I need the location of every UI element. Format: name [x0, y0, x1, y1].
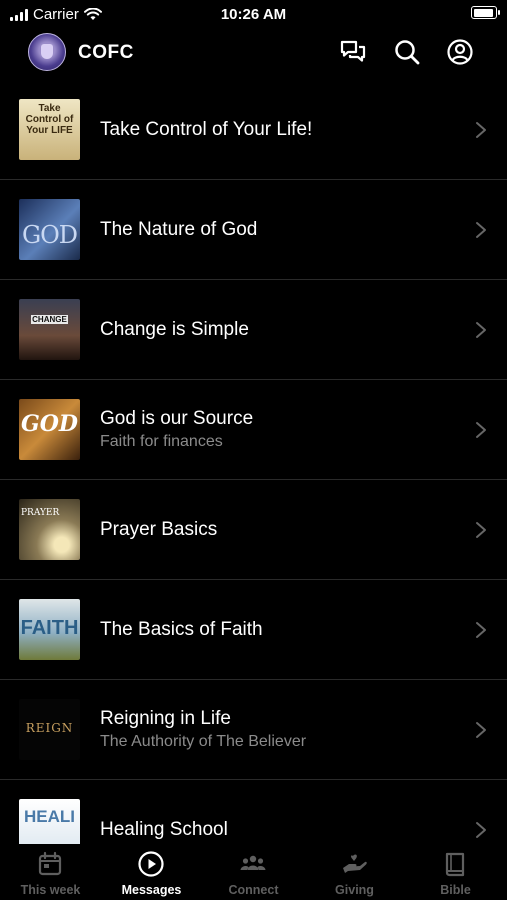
- clock: 10:26 AM: [220, 6, 287, 23]
- message-thumbnail: HEALI: [19, 799, 80, 844]
- profile-icon[interactable]: [445, 37, 475, 67]
- message-subtitle: Faith for finances: [100, 432, 223, 450]
- tab-label: Giving: [335, 883, 374, 897]
- app-header: COFC: [0, 28, 507, 80]
- tab-label: Bible: [440, 883, 471, 897]
- message-title: The Nature of God: [100, 218, 258, 240]
- tab-giving[interactable]: Giving: [304, 844, 405, 900]
- tab-label: Connect: [228, 883, 279, 897]
- message-thumbnail: FAITH: [19, 599, 80, 660]
- message-subtitle: The Authority of The Believer: [100, 732, 307, 750]
- list-item[interactable]: CHANGE Change is Simple: [0, 280, 507, 380]
- message-thumbnail: GOD: [19, 199, 80, 260]
- chevron-right-icon: [475, 821, 487, 839]
- message-title: Reigning in Life: [100, 707, 231, 729]
- status-bar: Carrier 10:26 AM: [0, 0, 507, 28]
- search-icon[interactable]: [392, 37, 422, 67]
- calendar-icon: [36, 850, 64, 878]
- message-thumbnail: Take Control of Your LIFE: [19, 99, 80, 160]
- list-item[interactable]: GOD The Nature of God: [0, 180, 507, 280]
- chevron-right-icon: [475, 521, 487, 539]
- list-item[interactable]: REIGN Reigning in Life The Authority of …: [0, 680, 507, 780]
- tab-this-week[interactable]: This week: [0, 844, 101, 900]
- message-title: Change is Simple: [100, 318, 249, 340]
- message-title: Healing School: [100, 818, 228, 840]
- chevron-right-icon: [475, 621, 487, 639]
- chevron-right-icon: [475, 321, 487, 339]
- battery-icon: [471, 6, 500, 19]
- play-circle-icon: [137, 850, 165, 878]
- chat-icon[interactable]: [338, 37, 368, 67]
- giving-hand-icon: [340, 850, 368, 878]
- chevron-right-icon: [475, 721, 487, 739]
- tab-label: This week: [20, 883, 81, 897]
- message-title: God is our Source: [100, 407, 254, 429]
- message-title: The Basics of Faith: [100, 618, 263, 640]
- list-item[interactable]: FAITH The Basics of Faith: [0, 580, 507, 680]
- people-icon: [239, 850, 267, 878]
- message-thumbnail: PRAYER: [19, 499, 80, 560]
- chevron-right-icon: [475, 121, 487, 139]
- tab-bible[interactable]: Bible: [405, 844, 506, 900]
- church-logo[interactable]: [28, 33, 66, 71]
- tab-messages[interactable]: Messages: [101, 844, 202, 900]
- message-list[interactable]: Take Control of Your LIFE Take Control o…: [0, 80, 507, 844]
- book-icon: [441, 850, 469, 878]
- message-thumbnail: REIGN: [19, 699, 80, 760]
- message-thumbnail: GOD: [19, 399, 80, 460]
- list-item[interactable]: PRAYER Prayer Basics: [0, 480, 507, 580]
- message-title: Take Control of Your Life!: [100, 118, 313, 140]
- list-item[interactable]: GOD God is our Source Faith for finances: [0, 380, 507, 480]
- chevron-right-icon: [475, 421, 487, 439]
- chevron-right-icon: [475, 221, 487, 239]
- list-item[interactable]: HEALI Healing School: [0, 780, 507, 844]
- tab-bar: This week Messages Connect Giving Bible: [0, 844, 507, 900]
- tab-label: Messages: [121, 883, 182, 897]
- message-title: Prayer Basics: [100, 518, 218, 540]
- message-thumbnail: CHANGE: [19, 299, 80, 360]
- list-item[interactable]: Take Control of Your LIFE Take Control o…: [0, 80, 507, 180]
- app-title: COFC: [78, 42, 134, 63]
- tab-connect[interactable]: Connect: [203, 844, 304, 900]
